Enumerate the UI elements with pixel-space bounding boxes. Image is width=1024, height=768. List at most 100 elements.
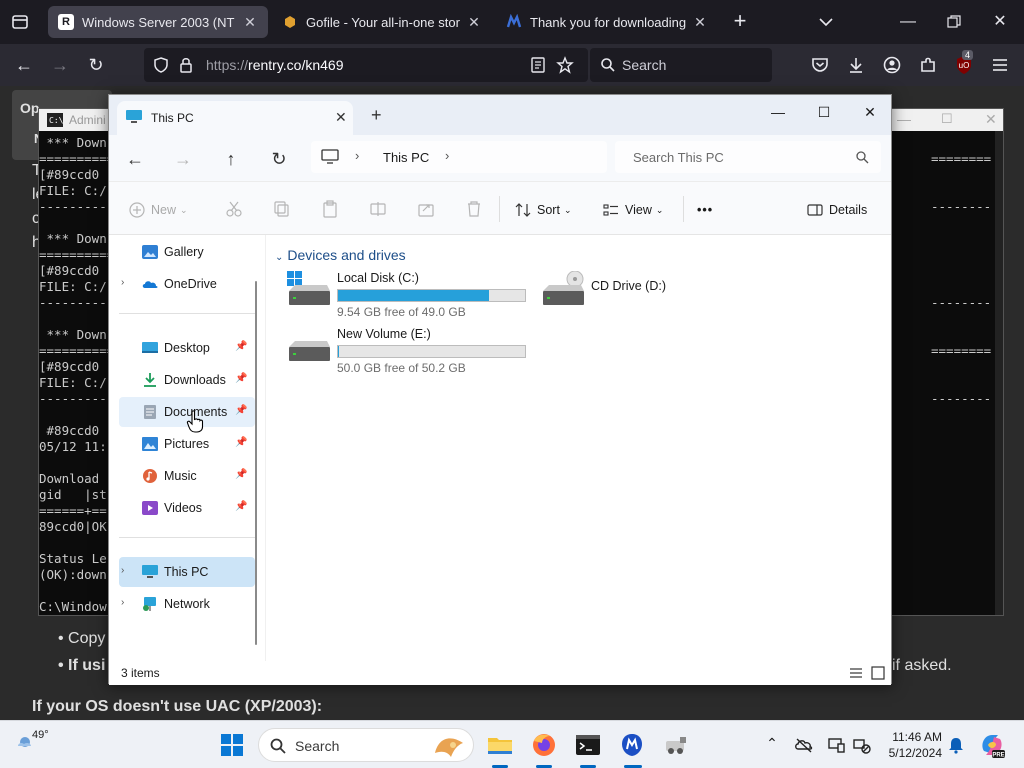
back-button[interactable]: ←: [12, 53, 36, 77]
firefox-icon[interactable]: [530, 731, 558, 759]
breadcrumb-this-pc[interactable]: This PC: [383, 150, 429, 165]
explorer-minimize-button[interactable]: —: [763, 99, 793, 125]
expand-chevron-icon[interactable]: ›: [121, 277, 124, 288]
network-status-icon[interactable]: [852, 735, 872, 755]
windows-start-icon[interactable]: [218, 731, 246, 759]
utility-app-icon[interactable]: [662, 731, 690, 759]
downloads-icon[interactable]: [846, 55, 866, 75]
lock-icon[interactable]: [178, 56, 194, 74]
url-text[interactable]: https://rentry.co/kn469: [206, 57, 344, 73]
forward-button[interactable]: →: [48, 53, 72, 77]
copilot-icon[interactable]: PRE: [978, 731, 1006, 759]
pictures-icon: [142, 437, 158, 451]
sort-label: Sort: [537, 203, 560, 217]
tab-close-icon[interactable]: ✕: [692, 14, 708, 31]
console-minimize-button[interactable]: —: [897, 111, 911, 127]
expand-chevron-icon[interactable]: ›: [121, 597, 124, 608]
explorer-path-box[interactable]: › This PC ›: [311, 141, 607, 173]
new-button[interactable]: New ⌄: [129, 200, 188, 220]
nav-item-this-pc[interactable]: › This PC: [119, 557, 255, 587]
file-explorer-window[interactable]: This PC ✕ + — ☐ ✕ ← → ↑ ↻ › This PC › Se…: [108, 94, 892, 685]
expand-chevron-icon[interactable]: ›: [121, 565, 124, 576]
group-header-devices-and-drives[interactable]: ⌄ Devices and drives: [275, 247, 406, 263]
browser-search-input[interactable]: Search: [590, 48, 772, 82]
copy-icon[interactable]: [273, 200, 291, 218]
tab-close-icon[interactable]: ✕: [466, 14, 482, 31]
weather-temperature[interactable]: 49°: [32, 729, 49, 741]
paste-icon[interactable]: [321, 200, 339, 218]
list-all-tabs-button[interactable]: [816, 12, 836, 32]
nav-item-music[interactable]: Music 📌: [119, 461, 255, 491]
firefox-view-button[interactable]: [8, 10, 32, 34]
browser-close-button[interactable]: ✕: [988, 10, 1012, 34]
console-output[interactable]: *** Down ========== [#89ccd0 FILE: C:/-----…: [39, 135, 114, 615]
console-scrollbar[interactable]: [995, 131, 1003, 615]
explorer-up-button[interactable]: ↑: [219, 147, 243, 171]
explorer-refresh-button[interactable]: ↻: [267, 147, 291, 171]
delete-icon[interactable]: [465, 200, 483, 218]
hamburger-menu-icon[interactable]: [990, 56, 1010, 74]
drive-cd-d[interactable]: CD Drive (D:): [541, 271, 741, 313]
reload-button[interactable]: ↻: [84, 53, 108, 77]
explorer-tab-close-icon[interactable]: ✕: [335, 109, 347, 126]
breadcrumb-chevron-icon[interactable]: ›: [445, 148, 449, 163]
tab-close-icon[interactable]: ✕: [242, 14, 258, 31]
explorer-back-button[interactable]: ←: [123, 147, 147, 171]
console-close-button[interactable]: ✕: [985, 111, 997, 128]
explorer-new-tab-button[interactable]: +: [371, 105, 382, 126]
account-icon[interactable]: [882, 55, 902, 75]
details-view-icon[interactable]: [849, 667, 863, 679]
explorer-close-button[interactable]: ✕: [855, 99, 885, 125]
browser-tab-windows-server[interactable]: R Windows Server 2003 (NT 5.2.3790) ✕: [48, 6, 268, 38]
see-more-button[interactable]: •••: [697, 200, 713, 220]
nav-item-downloads[interactable]: Downloads 📌: [119, 365, 255, 395]
explorer-tab-this-pc[interactable]: This PC ✕: [117, 101, 353, 135]
view-button[interactable]: View ⌄: [603, 200, 663, 220]
url-bar[interactable]: https://rentry.co/kn469: [144, 48, 588, 82]
tiles-view-icon[interactable]: [871, 666, 885, 680]
taskbar-search-box[interactable]: Search: [258, 728, 474, 762]
display-icon[interactable]: [826, 735, 846, 755]
nav-item-network[interactable]: › Network: [119, 589, 255, 619]
bookmark-star-icon[interactable]: [556, 56, 574, 74]
extensions-icon[interactable]: [918, 55, 938, 75]
browser-tab-gofile[interactable]: Gofile - Your all-in-one storage solutio…: [272, 6, 492, 38]
malwarebytes-icon[interactable]: [618, 731, 646, 759]
explorer-maximize-button[interactable]: ☐: [809, 99, 839, 125]
onedrive-offline-icon[interactable]: [794, 735, 814, 755]
notification-bell-icon[interactable]: [946, 735, 966, 755]
sort-button[interactable]: Sort ⌄: [515, 200, 571, 220]
browser-tab-malwarebytes[interactable]: Thank you for downloading Malwarebytes ✕: [496, 6, 718, 38]
terminal-icon[interactable]: [574, 731, 602, 759]
taskbar-clock[interactable]: 11:46 AM 5/12/2024: [882, 729, 942, 761]
drive-new-volume-e[interactable]: New Volume (E:) 50.0 GB free of 50.2 GB: [287, 327, 527, 377]
console-maximize-button[interactable]: ☐: [941, 111, 953, 127]
navigation-pane-scrollbar[interactable]: [255, 281, 257, 645]
share-icon[interactable]: [417, 200, 435, 218]
browser-restore-button[interactable]: [942, 10, 966, 34]
tab-title: Thank you for downloading Malwarebytes: [530, 14, 686, 30]
svg-text:PRE: PRE: [992, 753, 1004, 759]
nav-item-videos[interactable]: Videos 📌: [119, 493, 255, 523]
file-explorer-icon[interactable]: [486, 731, 514, 759]
drive-local-disk-c[interactable]: Local Disk (C:) 9.54 GB free of 49.0 GB: [287, 271, 527, 321]
rename-icon[interactable]: [369, 200, 387, 218]
explorer-content-pane: ⌄ Devices and drives Local Disk (C:) 9.54…: [267, 235, 891, 661]
show-hidden-icons-chevron-icon[interactable]: ⌃: [762, 735, 782, 755]
collapse-chevron-icon[interactable]: ⌄: [275, 252, 283, 263]
new-tab-button[interactable]: +: [728, 10, 752, 34]
nav-item-desktop[interactable]: Desktop 📌: [119, 333, 255, 363]
explorer-search-input[interactable]: Search This PC: [615, 141, 881, 173]
cut-icon[interactable]: [225, 200, 243, 218]
details-pane-button[interactable]: Details: [807, 200, 867, 220]
pane-splitter[interactable]: [265, 235, 266, 661]
nav-item-onedrive[interactable]: › OneDrive: [119, 269, 255, 299]
breadcrumb-chevron-icon[interactable]: ›: [355, 148, 359, 163]
pocket-icon[interactable]: [810, 55, 830, 75]
browser-minimize-button[interactable]: —: [896, 10, 920, 34]
explorer-forward-button[interactable]: →: [171, 147, 195, 171]
reader-view-icon[interactable]: [530, 57, 546, 73]
shield-icon[interactable]: [152, 56, 170, 74]
nav-item-gallery[interactable]: Gallery: [119, 237, 255, 267]
